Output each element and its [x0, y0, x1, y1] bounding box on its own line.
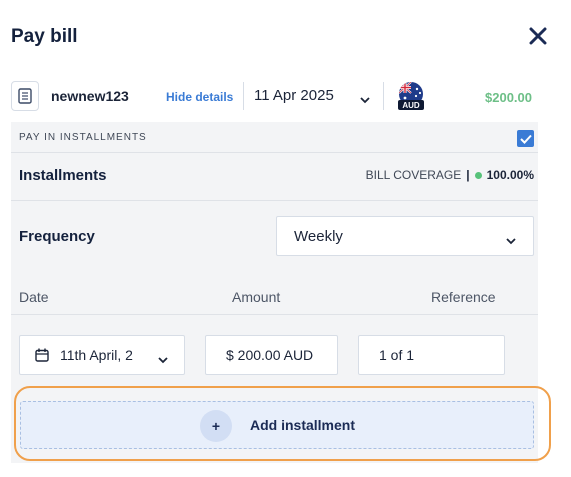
- column-header-reference: Reference: [431, 289, 496, 305]
- coverage-label: BILL COVERAGE: [365, 168, 462, 182]
- coverage-value: 100.00%: [486, 168, 534, 182]
- bill-summary-row: newnew123 Hide details 11 Apr 2025 AUD $…: [11, 79, 545, 117]
- coverage-separator: |: [466, 168, 470, 182]
- installments-panel: PAY IN INSTALLMENTS Installments BILL CO…: [11, 122, 551, 463]
- divider: [383, 82, 384, 110]
- frequency-value: Weekly: [294, 228, 343, 245]
- calendar-icon: [35, 348, 49, 367]
- frequency-label: Frequency: [19, 228, 95, 245]
- plus-icon: +: [200, 410, 232, 442]
- pay-in-installments-checkbox[interactable]: [517, 130, 534, 147]
- chevron-down-icon[interactable]: [360, 91, 370, 109]
- installment-amount-input[interactable]: $ 200.00 AUD: [205, 335, 338, 375]
- bill-total-amount: $200.00: [485, 90, 532, 105]
- australia-flag-icon[interactable]: AUD: [396, 81, 426, 111]
- installment-date-value: 11th April, 2: [60, 347, 133, 363]
- hide-details-link[interactable]: Hide details: [166, 90, 233, 104]
- column-header-date: Date: [19, 289, 49, 305]
- bill-name: newnew123: [51, 88, 129, 104]
- bill-date-select[interactable]: 11 Apr 2025: [254, 87, 334, 104]
- document-icon: [11, 81, 39, 111]
- column-header-amount: Amount: [232, 289, 281, 305]
- installment-reference-value: 1 of 1: [379, 347, 415, 363]
- close-icon[interactable]: [529, 27, 551, 49]
- installment-reference-input[interactable]: 1 of 1: [358, 335, 505, 375]
- section-header: PAY IN INSTALLMENTS: [19, 132, 147, 143]
- divider: [11, 152, 538, 153]
- frequency-select[interactable]: Weekly: [276, 216, 534, 256]
- add-installment-button[interactable]: + Add installment: [20, 401, 534, 449]
- chevron-down-icon: [155, 351, 168, 369]
- currency-code: AUD: [402, 101, 420, 110]
- bill-coverage: BILL COVERAGE | 100.00%: [366, 168, 534, 182]
- installment-amount-value: $ 200.00 AUD: [226, 347, 314, 363]
- status-dot-icon: [474, 171, 482, 179]
- installments-heading: Installments: [19, 167, 107, 184]
- divider: [11, 200, 538, 201]
- page-title: Pay bill: [11, 26, 78, 47]
- add-installment-label: Add installment: [250, 417, 356, 433]
- chevron-down-icon: [506, 232, 516, 250]
- divider: [243, 82, 244, 110]
- divider: [11, 314, 538, 315]
- installment-date-picker[interactable]: 11th April, 2: [19, 335, 185, 375]
